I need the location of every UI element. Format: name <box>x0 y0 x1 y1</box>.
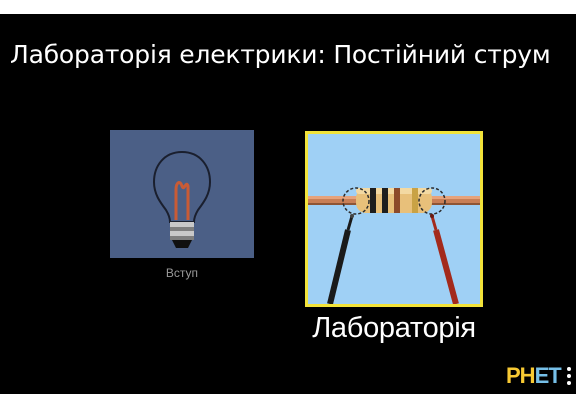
intro-thumbnail <box>110 130 254 258</box>
intro-screen-button[interactable]: Вступ <box>110 130 254 280</box>
intro-screen-label: Вступ <box>165 266 199 280</box>
window-frame: Лабораторія електрики: Постійний струм В… <box>0 0 580 394</box>
light-bulb-icon <box>152 150 212 248</box>
vertical-dots-icon[interactable] <box>564 364 574 390</box>
lab-thumbnail <box>305 131 483 307</box>
menu-dot <box>567 367 571 371</box>
sim-title: Лабораторія електрики: Постійний струм <box>10 40 551 69</box>
menu-dot <box>567 381 571 385</box>
phet-logo[interactable]: PHET <box>506 362 562 390</box>
phet-logo-et: ET <box>534 363 562 388</box>
phet-logo-ph: PH <box>506 363 536 388</box>
resistor-with-probes-icon <box>308 134 480 304</box>
lab-screen-label: Лабораторія <box>312 312 476 344</box>
lab-screen-button[interactable]: Лабораторія <box>305 131 483 344</box>
sim-home-screen: Лабораторія електрики: Постійний струм В… <box>0 14 576 394</box>
menu-dot <box>567 374 571 378</box>
